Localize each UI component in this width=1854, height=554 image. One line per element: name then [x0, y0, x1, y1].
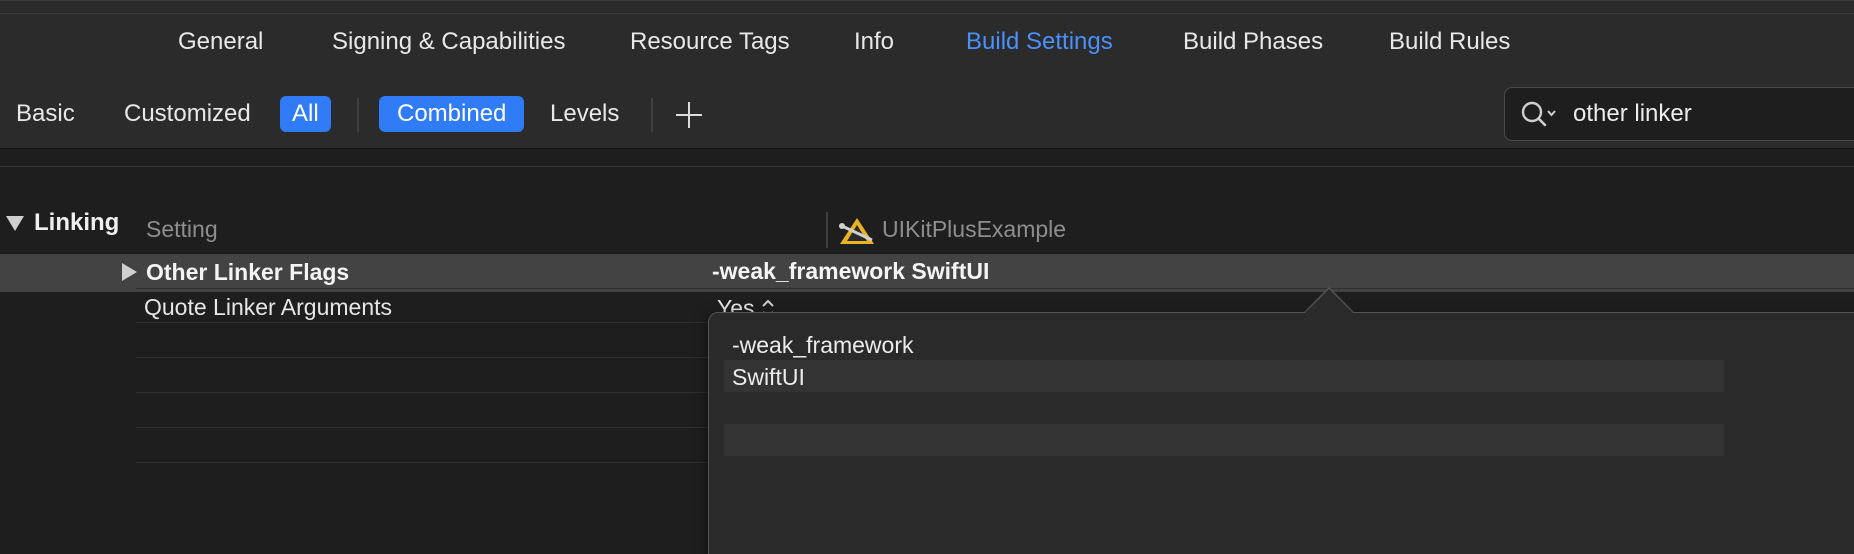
- disclosure-triangle-icon[interactable]: [6, 216, 24, 231]
- add-setting-plus-icon[interactable]: [674, 100, 704, 130]
- divider: [0, 166, 1854, 167]
- divider: [136, 288, 1854, 289]
- xcode-app-icon: [839, 218, 874, 244]
- divider: [651, 98, 653, 132]
- editor-tab-bar: General Signing & Capabilities Resource …: [0, 0, 1854, 81]
- tab-general[interactable]: General: [178, 28, 263, 56]
- tab-build-settings[interactable]: Build Settings: [966, 28, 1113, 56]
- disclosure-triangle-icon[interactable]: [122, 263, 137, 281]
- divider: [0, 13, 1854, 14]
- setting-value[interactable]: -weak_framework SwiftUI: [712, 258, 989, 285]
- combined-button[interactable]: Combined: [379, 96, 525, 132]
- tab-signing-capabilities[interactable]: Signing & Capabilities: [332, 28, 565, 56]
- levels-button[interactable]: Levels: [538, 96, 631, 132]
- tab-info[interactable]: Info: [854, 28, 894, 56]
- search-icon[interactable]: [1519, 98, 1559, 132]
- list-item[interactable]: SwiftUI: [724, 360, 1724, 392]
- list-item[interactable]: -weak_framework: [724, 328, 1724, 360]
- list-item[interactable]: [724, 424, 1724, 456]
- flags-list: -weak_framework SwiftUI: [724, 326, 1854, 554]
- filter-all-button[interactable]: All: [280, 96, 331, 132]
- column-divider: [826, 212, 828, 248]
- column-header-target[interactable]: UIKitPlusExample: [882, 216, 1066, 243]
- filter-customized-button[interactable]: Customized: [112, 96, 263, 132]
- tab-resource-tags[interactable]: Resource Tags: [630, 28, 790, 56]
- build-settings-window: General Signing & Capabilities Resource …: [0, 0, 1854, 554]
- column-header-setting: Setting: [146, 216, 218, 242]
- setting-name[interactable]: Other Linker Flags: [146, 259, 349, 286]
- tab-build-phases[interactable]: Build Phases: [1183, 28, 1323, 56]
- section-title: Linking: [34, 209, 120, 236]
- popover-arrow: [1303, 289, 1355, 315]
- settings-search-field[interactable]: other linker: [1504, 87, 1854, 141]
- filter-basic-button[interactable]: Basic: [4, 96, 87, 132]
- setting-name[interactable]: Quote Linker Arguments: [144, 294, 392, 321]
- list-item[interactable]: [724, 456, 1724, 488]
- list-item[interactable]: [724, 392, 1724, 424]
- flag-text[interactable]: SwiftUI: [732, 364, 805, 391]
- search-input[interactable]: other linker: [1573, 100, 1692, 128]
- divider: [357, 98, 359, 132]
- tab-build-rules[interactable]: Build Rules: [1389, 28, 1510, 56]
- flag-text[interactable]: -weak_framework: [732, 332, 914, 359]
